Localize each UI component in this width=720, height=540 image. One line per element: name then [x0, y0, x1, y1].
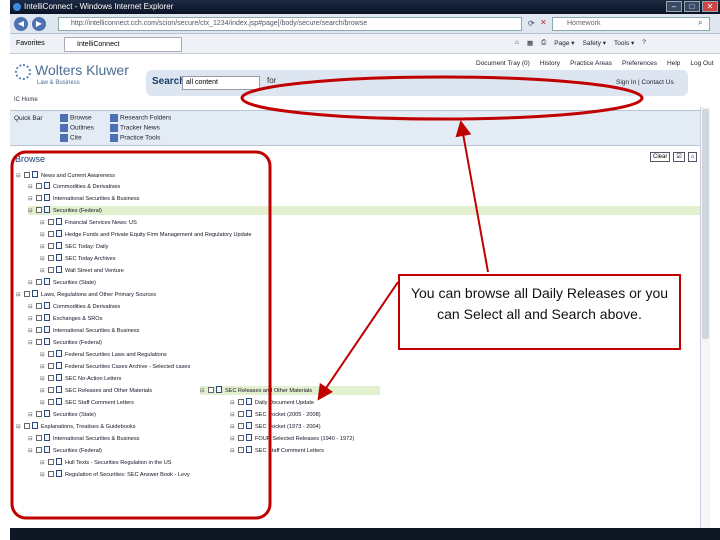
arrow-to-tree	[317, 281, 399, 401]
search-highlight-ellipse	[240, 75, 644, 121]
callout-box: You can browse all Daily Releases or you…	[398, 274, 681, 350]
arrow-to-search	[455, 120, 489, 273]
tree-highlight-box	[10, 150, 272, 520]
annotation-layer	[10, 75, 644, 520]
